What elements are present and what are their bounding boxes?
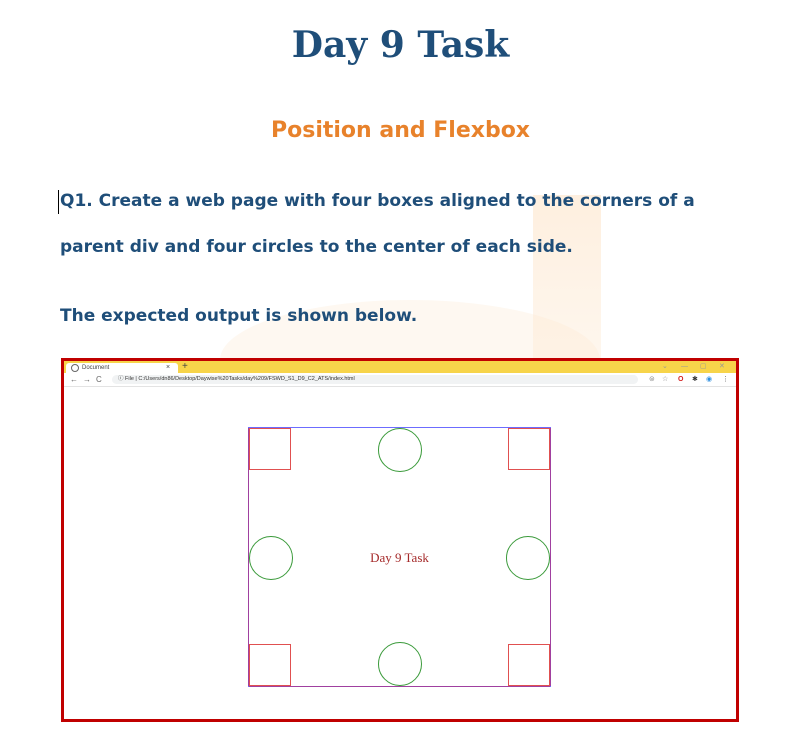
box-top-left [249,428,291,470]
browser-tabbar: Document × + ⌄ — ▢ ✕ [64,361,736,373]
browser-navbar: ← → C ⓘ File | C:/Users/dn86/Desktop/Day… [64,373,736,387]
info-icon: ⓘ [118,376,124,382]
center-text: Day 9 Task [370,550,429,565]
box-top-right [508,428,550,470]
page-title: Day 9 Task [291,24,510,66]
new-tab-button[interactable]: + [182,361,188,373]
text-cursor [58,190,59,214]
back-icon[interactable]: ← [70,373,78,386]
maximize-button[interactable]: ▢ [700,361,707,373]
tab-title: Document [82,365,110,371]
globe-icon [71,364,79,372]
minimize-button[interactable]: — [681,361,688,373]
menu-icon[interactable]: ⋮ [722,375,729,384]
parent-bottom-edge [249,686,550,687]
circle-top [378,428,422,472]
output-screenshot: Document × + ⌄ — ▢ ✕ ← → C ⓘ File | C:/U… [61,358,739,722]
profile-icon[interactable]: ◉ [706,375,712,384]
close-icon[interactable]: × [166,363,170,373]
box-bottom-left [249,644,291,686]
page-subtitle: Position and Flexbox [270,118,530,143]
url-prefix: File | [125,376,137,382]
question-line-2: parent div and four circles to the cente… [60,237,573,257]
box-bottom-right [508,644,550,686]
watermark-bar [533,195,601,365]
extensions-icon[interactable]: ✱ [692,375,698,384]
reload-icon[interactable]: C [96,373,102,386]
question-line-1: Q1. Create a web page with four boxes al… [60,191,695,211]
star-icon[interactable]: ☆ [662,375,668,384]
forward-icon[interactable]: → [83,373,91,386]
parent-div: Day 9 Task [248,427,551,687]
url-text: C:/Users/dn86/Desktop/Daywise%20Tasks/da… [138,376,355,382]
expected-output-line: The expected output is shown below. [60,306,418,326]
browser-tab[interactable]: Document × [66,363,178,373]
address-bar[interactable]: ⓘ File | C:/Users/dn86/Desktop/Daywise%2… [112,375,638,384]
chevron-down-icon[interactable]: ⌄ [662,361,668,373]
close-window-button[interactable]: ✕ [719,361,725,373]
opera-icon[interactable]: O [678,375,683,384]
reader-icon[interactable]: ⊜ [649,375,655,384]
parent-right-edge [550,428,551,686]
circle-bottom [378,642,422,686]
